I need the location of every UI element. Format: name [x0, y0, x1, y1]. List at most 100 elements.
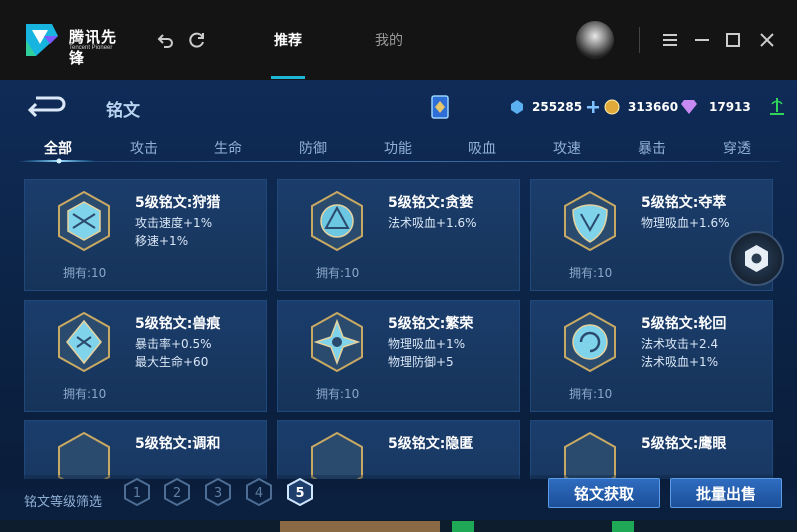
level-filter-text: 4	[255, 486, 263, 501]
plus-icon[interactable]	[586, 100, 600, 114]
rune-card[interactable]: 5级铭文:狩猎 攻击速度+1% 移速+1% 拥有:10	[24, 179, 267, 291]
divider	[639, 27, 640, 53]
menu-icon[interactable]	[659, 29, 681, 51]
close-icon[interactable]	[756, 29, 778, 51]
rune-card[interactable]: 5级铭文:轮回 法术攻击+2.4 法术吸血+1% 拥有:10	[530, 300, 773, 412]
rune-name: 5级铭文:狩猎	[135, 195, 221, 211]
rune-emblem-icon	[311, 431, 363, 479]
category-attack[interactable]: 攻击	[130, 138, 158, 158]
active-category-indicator	[22, 158, 96, 164]
currency-gem-value: 17913	[709, 100, 751, 114]
category-divider	[20, 161, 780, 162]
level-filter-4[interactable]: 4	[246, 477, 272, 507]
rune-emblem-icon	[564, 311, 616, 373]
category-hp[interactable]: 生命	[214, 138, 242, 158]
rune-card[interactable]: 5级铭文:调和	[24, 420, 267, 479]
rune-attr: 暴击率+0.5%	[135, 337, 212, 351]
active-tab-indicator	[271, 76, 305, 79]
rune-emblem-icon	[58, 190, 110, 252]
strip-item	[612, 521, 634, 532]
level-filter-2[interactable]: 2	[164, 477, 190, 507]
rune-owned: 拥有:10	[63, 387, 107, 401]
category-function[interactable]: 功能	[384, 138, 412, 158]
rune-acquire-button[interactable]: 铭文获取	[548, 478, 660, 508]
undo-icon[interactable]	[155, 29, 177, 51]
hexagon-icon	[745, 245, 768, 272]
rune-name: 5级铭文:繁荣	[388, 316, 474, 332]
refresh-icon[interactable]	[186, 29, 208, 51]
level-filter-text: 3	[214, 486, 222, 501]
rune-attr: 法术吸血+1.6%	[388, 216, 477, 230]
rune-emblem-icon	[58, 311, 110, 373]
level-filter-text: 1	[133, 486, 141, 501]
back-arrow-icon[interactable]	[26, 94, 68, 118]
level-filter-3[interactable]: 3	[205, 477, 231, 507]
category-lifesteal[interactable]: 吸血	[468, 138, 496, 158]
rune-card[interactable]: 5级铭文:兽痕 暴击率+0.5% 最大生命+60 拥有:10	[24, 300, 267, 412]
level-filter-label: 铭文等级筛选	[24, 495, 103, 510]
rune-book-icon[interactable]	[430, 94, 450, 120]
category-attack-speed[interactable]: 攻速	[553, 138, 581, 158]
rune-attr: 物理防御+5	[388, 355, 454, 369]
rune-attr: 法术攻击+2.4	[641, 337, 719, 351]
rune-attr: 物理吸血+1.6%	[641, 216, 730, 230]
currency-gold: 313660	[604, 98, 678, 116]
category-penetration[interactable]: 穿透	[723, 138, 751, 158]
purple-gem-icon	[681, 100, 697, 114]
rune-name: 5级铭文:调和	[135, 436, 221, 452]
rune-owned: 拥有:10	[316, 387, 360, 401]
rune-emblem-icon	[564, 190, 616, 252]
floating-action-button[interactable]	[729, 231, 784, 286]
bulk-sell-button[interactable]: 批量出售	[670, 478, 782, 508]
rune-emblem-icon	[58, 431, 110, 479]
rune-name: 5级铭文:兽痕	[135, 316, 221, 332]
rune-name: 5级铭文:夺萃	[641, 195, 727, 211]
level-filter-1[interactable]: 1	[124, 477, 150, 507]
rune-owned: 拥有:10	[63, 266, 107, 280]
rune-card[interactable]: 5级铭文:鹰眼	[530, 420, 773, 479]
strip-item	[452, 521, 474, 532]
category-crit[interactable]: 暴击	[638, 138, 666, 158]
rune-owned: 拥有:10	[569, 266, 613, 280]
avatar[interactable]	[576, 21, 614, 59]
level-filter-text: 5	[295, 486, 304, 501]
rune-attr: 最大生命+60	[135, 355, 209, 369]
gold-coin-icon	[604, 99, 620, 115]
rune-owned: 拥有:10	[569, 387, 613, 401]
rune-owned: 拥有:10	[316, 266, 360, 280]
rune-emblem-icon	[311, 190, 363, 252]
rune-name: 5级铭文:鹰眼	[641, 436, 727, 452]
rune-attr: 物理吸血+1%	[388, 337, 466, 351]
tab-mine[interactable]: 我的	[375, 30, 403, 50]
currency-diamond: 255285	[510, 98, 600, 116]
signal-icon	[770, 98, 784, 115]
rune-attr: 攻击速度+1%	[135, 216, 213, 230]
currency-gold-value: 313660	[628, 100, 679, 114]
title-bar: 腾讯先锋 Tencent Pioneer 推荐 我的	[0, 0, 797, 80]
strip-item	[280, 521, 440, 532]
app-logo[interactable]: 腾讯先锋 Tencent Pioneer	[22, 20, 132, 67]
rune-name: 5级铭文:隐匿	[388, 436, 474, 452]
category-all[interactable]: 全部	[44, 138, 72, 158]
rune-attr: 法术吸血+1%	[641, 355, 719, 369]
rune-card[interactable]: 5级铭文:繁荣 物理吸血+1% 物理防御+5 拥有:10	[277, 300, 520, 412]
rune-name: 5级铭文:贪婪	[388, 195, 474, 211]
rune-card[interactable]: 5级铭文:贪婪 法术吸血+1.6% 拥有:10	[277, 179, 520, 291]
rune-attr: 移速+1%	[135, 234, 189, 248]
rune-emblem-icon	[564, 431, 616, 479]
level-filter-text: 2	[173, 486, 181, 501]
minimize-icon[interactable]	[691, 29, 713, 51]
tab-recommend[interactable]: 推荐	[274, 30, 302, 50]
level-filter-5[interactable]: 5	[287, 477, 313, 507]
rune-grid: 5级铭文:狩猎 攻击速度+1% 移速+1% 拥有:10 5级铭文:贪婪 法术吸血…	[0, 179, 797, 479]
currency-gem: 17913	[681, 98, 751, 116]
maximize-icon[interactable]	[722, 29, 744, 51]
app-subtitle: Tencent Pioneer	[69, 45, 113, 51]
game-header: 铭文 255285 313660 17913	[0, 80, 797, 132]
rune-emblem-icon	[311, 311, 363, 373]
rune-card[interactable]: 5级铭文:隐匿	[277, 420, 520, 479]
app-logo-icon	[26, 24, 58, 56]
page-title: 铭文	[106, 101, 140, 121]
category-defense[interactable]: 防御	[299, 138, 327, 158]
blue-diamond-icon	[511, 100, 523, 114]
